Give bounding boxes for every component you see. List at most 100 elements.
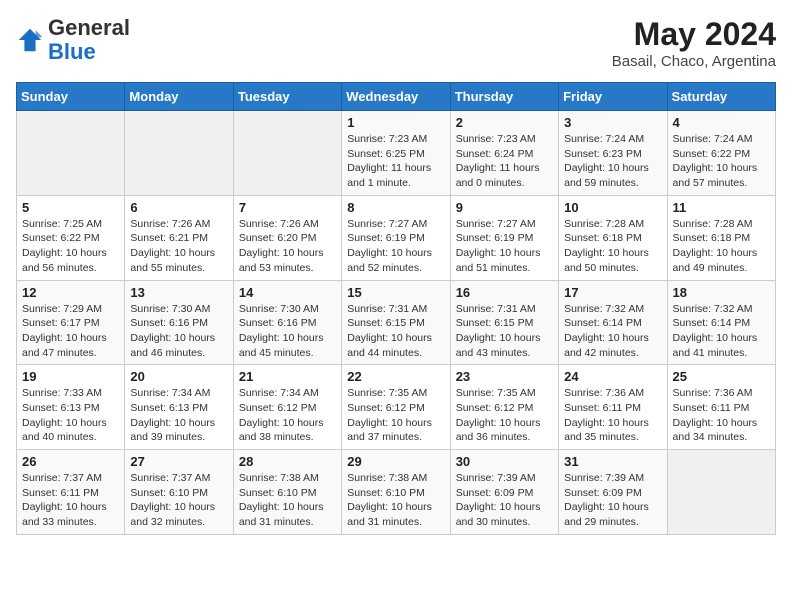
day-number: 9 bbox=[456, 200, 553, 215]
calendar-cell: 8Sunrise: 7:27 AM Sunset: 6:19 PM Daylig… bbox=[342, 195, 450, 280]
calendar-cell: 19 Sunrise: 7:33 AM Sunset: 6:13 PM Dayli… bbox=[17, 365, 125, 450]
calendar-week-row: 19 Sunrise: 7:33 AM Sunset: 6:13 PM Dayli… bbox=[17, 365, 776, 450]
day-number: 26 bbox=[22, 454, 119, 469]
day-info: Sunrise: 7:39 AM Sunset: 6:09 PM Dayligh… bbox=[564, 471, 661, 530]
weekday-header-sunday: Sunday bbox=[17, 83, 125, 111]
weekday-header-row: SundayMondayTuesdayWednesdayThursdayFrid… bbox=[17, 83, 776, 111]
calendar-cell: 22 Sunrise: 7:35 AM Sunset: 6:12 PM Dayli… bbox=[342, 365, 450, 450]
day-number: 13 bbox=[130, 285, 227, 300]
calendar-week-row: 26 Sunrise: 7:37 AM Sunset: 6:11 PM Dayli… bbox=[17, 450, 776, 535]
calendar-cell: 28 Sunrise: 7:38 AM Sunset: 6:10 PM Dayli… bbox=[233, 450, 341, 535]
calendar-cell: 15 Sunrise: 7:31 AM Sunset: 6:15 PM Dayli… bbox=[342, 280, 450, 365]
day-info: Sunrise: 7:37 AM Sunset: 6:11 PM Dayligh… bbox=[22, 471, 119, 530]
weekday-header-friday: Friday bbox=[559, 83, 667, 111]
day-number: 5 bbox=[22, 200, 119, 215]
month-year-title: May 2024 bbox=[612, 16, 776, 53]
calendar-cell: 9 Sunrise: 7:27 AM Sunset: 6:19 PM Daylig… bbox=[450, 195, 558, 280]
day-info: Sunrise: 7:35 AM Sunset: 6:12 PM Dayligh… bbox=[456, 386, 553, 445]
calendar-cell: 27Sunrise: 7:37 AM Sunset: 6:10 PM Dayli… bbox=[125, 450, 233, 535]
day-number: 22 bbox=[347, 369, 444, 384]
calendar-cell: 20 Sunrise: 7:34 AM Sunset: 6:13 PM Dayli… bbox=[125, 365, 233, 450]
day-info: Sunrise: 7:28 AM Sunset: 6:18 PM Dayligh… bbox=[673, 217, 770, 276]
calendar-cell: 10 Sunrise: 7:28 AM Sunset: 6:18 PM Dayli… bbox=[559, 195, 667, 280]
page-header: General Blue May 2024 Basail, Chaco, Arg… bbox=[16, 16, 776, 70]
calendar-cell: 18Sunrise: 7:32 AM Sunset: 6:14 PM Dayli… bbox=[667, 280, 775, 365]
day-info: Sunrise: 7:29 AM Sunset: 6:17 PM Dayligh… bbox=[22, 302, 119, 361]
day-number: 7 bbox=[239, 200, 336, 215]
calendar-cell: 11 Sunrise: 7:28 AM Sunset: 6:18 PM Dayli… bbox=[667, 195, 775, 280]
day-number: 2 bbox=[456, 115, 553, 130]
day-number: 4 bbox=[673, 115, 770, 130]
day-info: Sunrise: 7:30 AM Sunset: 6:16 PM Dayligh… bbox=[130, 302, 227, 361]
calendar-cell: 17Sunrise: 7:32 AM Sunset: 6:14 PM Dayli… bbox=[559, 280, 667, 365]
calendar-cell bbox=[667, 450, 775, 535]
calendar-week-row: 12Sunrise: 7:29 AM Sunset: 6:17 PM Dayli… bbox=[17, 280, 776, 365]
day-number: 16 bbox=[456, 285, 553, 300]
weekday-header-saturday: Saturday bbox=[667, 83, 775, 111]
day-number: 21 bbox=[239, 369, 336, 384]
day-number: 6 bbox=[130, 200, 227, 215]
weekday-header-wednesday: Wednesday bbox=[342, 83, 450, 111]
calendar-cell: 1 Sunrise: 7:23 AM Sunset: 6:25 PM Daylig… bbox=[342, 111, 450, 196]
day-info: Sunrise: 7:39 AM Sunset: 6:09 PM Dayligh… bbox=[456, 471, 553, 530]
calendar-cell: 26 Sunrise: 7:37 AM Sunset: 6:11 PM Dayli… bbox=[17, 450, 125, 535]
day-number: 29 bbox=[347, 454, 444, 469]
day-info: Sunrise: 7:27 AM Sunset: 6:19 PM Dayligh… bbox=[456, 217, 553, 276]
calendar-body: 1 Sunrise: 7:23 AM Sunset: 6:25 PM Daylig… bbox=[17, 111, 776, 535]
day-info: Sunrise: 7:34 AM Sunset: 6:13 PM Dayligh… bbox=[130, 386, 227, 445]
day-number: 30 bbox=[456, 454, 553, 469]
day-number: 18 bbox=[673, 285, 770, 300]
day-number: 1 bbox=[347, 115, 444, 130]
day-number: 23 bbox=[456, 369, 553, 384]
calendar-cell: 24 Sunrise: 7:36 AM Sunset: 6:11 PM Dayli… bbox=[559, 365, 667, 450]
day-info: Sunrise: 7:23 AM Sunset: 6:24 PM Dayligh… bbox=[456, 132, 553, 191]
calendar-cell: 21Sunrise: 7:34 AM Sunset: 6:12 PM Dayli… bbox=[233, 365, 341, 450]
weekday-header-thursday: Thursday bbox=[450, 83, 558, 111]
day-info: Sunrise: 7:30 AM Sunset: 6:16 PM Dayligh… bbox=[239, 302, 336, 361]
day-info: Sunrise: 7:24 AM Sunset: 6:22 PM Dayligh… bbox=[673, 132, 770, 191]
logo: General Blue bbox=[16, 16, 130, 64]
calendar-cell: 12Sunrise: 7:29 AM Sunset: 6:17 PM Dayli… bbox=[17, 280, 125, 365]
day-info: Sunrise: 7:25 AM Sunset: 6:22 PM Dayligh… bbox=[22, 217, 119, 276]
logo-general-text: General bbox=[48, 15, 130, 40]
day-info: Sunrise: 7:35 AM Sunset: 6:12 PM Dayligh… bbox=[347, 386, 444, 445]
day-info: Sunrise: 7:23 AM Sunset: 6:25 PM Dayligh… bbox=[347, 132, 444, 191]
day-info: Sunrise: 7:32 AM Sunset: 6:14 PM Dayligh… bbox=[564, 302, 661, 361]
calendar-cell: 13 Sunrise: 7:30 AM Sunset: 6:16 PM Dayli… bbox=[125, 280, 233, 365]
location-subtitle: Basail, Chaco, Argentina bbox=[612, 53, 776, 70]
calendar-cell bbox=[233, 111, 341, 196]
day-number: 11 bbox=[673, 200, 770, 215]
calendar-cell: 25Sunrise: 7:36 AM Sunset: 6:11 PM Dayli… bbox=[667, 365, 775, 450]
day-info: Sunrise: 7:36 AM Sunset: 6:11 PM Dayligh… bbox=[564, 386, 661, 445]
day-number: 28 bbox=[239, 454, 336, 469]
day-info: Sunrise: 7:37 AM Sunset: 6:10 PM Dayligh… bbox=[130, 471, 227, 530]
day-number: 3 bbox=[564, 115, 661, 130]
calendar-week-row: 1 Sunrise: 7:23 AM Sunset: 6:25 PM Daylig… bbox=[17, 111, 776, 196]
day-number: 20 bbox=[130, 369, 227, 384]
title-block: May 2024 Basail, Chaco, Argentina bbox=[612, 16, 776, 70]
calendar-cell: 16 Sunrise: 7:31 AM Sunset: 6:15 PM Dayli… bbox=[450, 280, 558, 365]
day-number: 10 bbox=[564, 200, 661, 215]
calendar-table: SundayMondayTuesdayWednesdayThursdayFrid… bbox=[16, 82, 776, 535]
calendar-cell: 31 Sunrise: 7:39 AM Sunset: 6:09 PM Dayli… bbox=[559, 450, 667, 535]
day-info: Sunrise: 7:31 AM Sunset: 6:15 PM Dayligh… bbox=[456, 302, 553, 361]
calendar-cell: 7Sunrise: 7:26 AM Sunset: 6:20 PM Daylig… bbox=[233, 195, 341, 280]
day-number: 24 bbox=[564, 369, 661, 384]
calendar-cell: 5 Sunrise: 7:25 AM Sunset: 6:22 PM Daylig… bbox=[17, 195, 125, 280]
day-info: Sunrise: 7:26 AM Sunset: 6:21 PM Dayligh… bbox=[130, 217, 227, 276]
day-info: Sunrise: 7:33 AM Sunset: 6:13 PM Dayligh… bbox=[22, 386, 119, 445]
weekday-header-tuesday: Tuesday bbox=[233, 83, 341, 111]
day-number: 14 bbox=[239, 285, 336, 300]
day-number: 31 bbox=[564, 454, 661, 469]
day-number: 15 bbox=[347, 285, 444, 300]
day-info: Sunrise: 7:31 AM Sunset: 6:15 PM Dayligh… bbox=[347, 302, 444, 361]
calendar-cell: 23 Sunrise: 7:35 AM Sunset: 6:12 PM Dayli… bbox=[450, 365, 558, 450]
day-info: Sunrise: 7:36 AM Sunset: 6:11 PM Dayligh… bbox=[673, 386, 770, 445]
day-info: Sunrise: 7:38 AM Sunset: 6:10 PM Dayligh… bbox=[239, 471, 336, 530]
calendar-header: SundayMondayTuesdayWednesdayThursdayFrid… bbox=[17, 83, 776, 111]
calendar-cell: 30 Sunrise: 7:39 AM Sunset: 6:09 PM Dayli… bbox=[450, 450, 558, 535]
calendar-week-row: 5 Sunrise: 7:25 AM Sunset: 6:22 PM Daylig… bbox=[17, 195, 776, 280]
day-number: 19 bbox=[22, 369, 119, 384]
day-info: Sunrise: 7:28 AM Sunset: 6:18 PM Dayligh… bbox=[564, 217, 661, 276]
day-info: Sunrise: 7:24 AM Sunset: 6:23 PM Dayligh… bbox=[564, 132, 661, 191]
